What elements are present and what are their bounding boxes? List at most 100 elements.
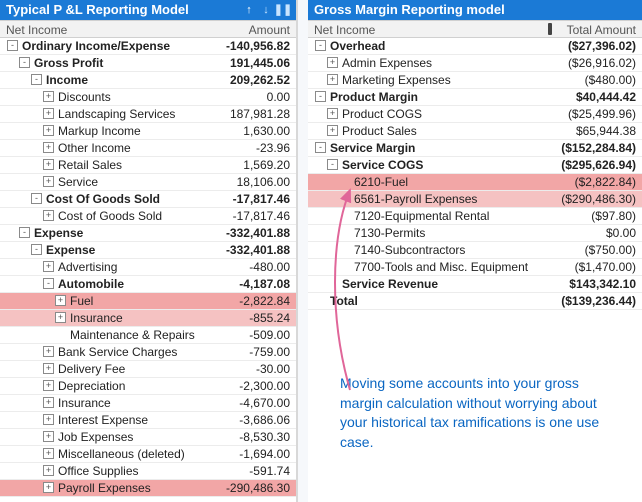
table-row[interactable]: +Retail Sales1,569.20 — [0, 157, 296, 174]
expand-icon[interactable]: + — [43, 346, 54, 357]
table-row[interactable]: -Service Margin($152,284.84) — [308, 140, 642, 157]
right-col-label: Net Income — [314, 21, 375, 39]
table-row[interactable]: +Service18,106.00 — [0, 174, 296, 191]
down-arrow-icon[interactable]: ↓ — [259, 3, 273, 17]
collapse-icon[interactable]: - — [31, 244, 42, 255]
expand-icon[interactable]: + — [43, 261, 54, 272]
expand-icon[interactable]: + — [55, 312, 66, 323]
table-row[interactable]: +Advertising-480.00 — [0, 259, 296, 276]
collapse-icon[interactable]: - — [315, 91, 326, 102]
row-amount: -509.00 — [249, 327, 290, 344]
expand-icon[interactable]: + — [43, 159, 54, 170]
table-row[interactable]: +Office Supplies-591.74 — [0, 463, 296, 480]
table-row[interactable]: +Product Sales$65,944.38 — [308, 123, 642, 140]
expand-icon[interactable]: + — [43, 210, 54, 221]
collapse-icon[interactable]: - — [315, 142, 326, 153]
expand-icon[interactable]: + — [43, 448, 54, 459]
row-label: Advertising — [58, 259, 117, 276]
expand-icon[interactable]: + — [327, 74, 338, 85]
table-row[interactable]: +Landscaping Services187,981.28 — [0, 106, 296, 123]
table-row[interactable]: -Income209,262.52 — [0, 72, 296, 89]
table-row[interactable]: 7140-Subcontractors($750.00) — [308, 242, 642, 259]
table-row[interactable]: 7700-Tools and Misc. Equipment($1,470.00… — [308, 259, 642, 276]
table-row[interactable]: +Cost of Goods Sold-17,817.46 — [0, 208, 296, 225]
row-label: Insurance — [58, 395, 111, 412]
table-row[interactable]: -Ordinary Income/Expense-140,956.82 — [0, 38, 296, 55]
expand-icon[interactable]: + — [43, 380, 54, 391]
table-row[interactable]: 6561-Payroll Expenses($290,486.30) — [308, 191, 642, 208]
expand-icon[interactable]: + — [43, 397, 54, 408]
table-row[interactable]: +Markup Income1,630.00 — [0, 123, 296, 140]
collapse-icon[interactable]: - — [7, 40, 18, 51]
table-row[interactable]: Service Revenue$143,342.10 — [308, 276, 642, 293]
collapse-icon[interactable]: - — [43, 278, 54, 289]
column-splitter[interactable] — [548, 23, 552, 35]
collapse-icon[interactable]: - — [31, 193, 42, 204]
up-arrow-icon[interactable]: ↑ — [242, 3, 256, 17]
table-row[interactable]: +Depreciation-2,300.00 — [0, 378, 296, 395]
row-amount: ($26,916.02) — [568, 55, 636, 72]
table-row[interactable]: +Other Income-23.96 — [0, 140, 296, 157]
table-row[interactable]: +Delivery Fee-30.00 — [0, 361, 296, 378]
row-amount: $40,444.42 — [576, 89, 636, 106]
collapse-icon[interactable]: - — [19, 227, 30, 238]
table-row[interactable]: -Automobile-4,187.08 — [0, 276, 296, 293]
expand-icon[interactable]: + — [327, 108, 338, 119]
table-row[interactable]: +Miscellaneous (deleted)-1,694.00 — [0, 446, 296, 463]
expand-icon[interactable]: + — [43, 431, 54, 442]
row-label: Payroll Expenses — [58, 480, 151, 497]
table-row[interactable]: -Gross Profit191,445.06 — [0, 55, 296, 72]
table-row[interactable]: +Marketing Expenses($480.00) — [308, 72, 642, 89]
bars-icon[interactable]: ❚❚ — [276, 3, 290, 17]
row-amount: -17,817.46 — [233, 191, 290, 208]
table-row[interactable]: -Expense-332,401.88 — [0, 242, 296, 259]
row-amount: 1,630.00 — [243, 123, 290, 140]
row-label: Fuel — [70, 293, 93, 310]
table-row[interactable]: -Overhead($27,396.02) — [308, 38, 642, 55]
right-rows: -Overhead($27,396.02)+Admin Expenses($26… — [308, 38, 642, 310]
expand-icon[interactable]: + — [43, 142, 54, 153]
expand-icon[interactable]: + — [327, 57, 338, 68]
table-row[interactable]: +Discounts0.00 — [0, 89, 296, 106]
expand-icon[interactable]: + — [43, 414, 54, 425]
row-amount: 0.00 — [267, 89, 290, 106]
table-row[interactable]: 6210-Fuel($2,822.84) — [308, 174, 642, 191]
table-row[interactable]: +Insurance-4,670.00 — [0, 395, 296, 412]
table-row[interactable]: -Cost Of Goods Sold-17,817.46 — [0, 191, 296, 208]
left-col-amount: Amount — [249, 21, 290, 39]
table-row[interactable]: 7120-Equipmental Rental($97.80) — [308, 208, 642, 225]
table-row[interactable]: +Interest Expense-3,686.06 — [0, 412, 296, 429]
table-row[interactable]: +Admin Expenses($26,916.02) — [308, 55, 642, 72]
table-row[interactable]: +Insurance-855.24 — [0, 310, 296, 327]
table-row[interactable]: +Product COGS($25,499.96) — [308, 106, 642, 123]
row-label: Office Supplies — [58, 463, 139, 480]
table-row[interactable]: -Service COGS($295,626.94) — [308, 157, 642, 174]
table-row[interactable]: +Payroll Expenses-290,486.30 — [0, 480, 296, 497]
collapse-icon[interactable]: - — [315, 40, 326, 51]
expand-icon[interactable]: + — [43, 465, 54, 476]
expand-icon[interactable]: + — [43, 91, 54, 102]
row-amount: $143,342.10 — [569, 276, 636, 293]
row-label: 7700-Tools and Misc. Equipment — [354, 259, 528, 276]
expand-icon[interactable]: + — [43, 482, 54, 493]
collapse-icon[interactable]: - — [19, 57, 30, 68]
table-row[interactable]: -Expense-332,401.88 — [0, 225, 296, 242]
expand-icon[interactable]: + — [43, 363, 54, 374]
table-row[interactable]: +Fuel-2,822.84 — [0, 293, 296, 310]
table-row[interactable]: Maintenance & Repairs-509.00 — [0, 327, 296, 344]
expand-icon[interactable]: + — [55, 295, 66, 306]
table-row[interactable]: +Bank Service Charges-759.00 — [0, 344, 296, 361]
table-row[interactable]: -Product Margin $40,444.42 — [308, 89, 642, 106]
expand-icon[interactable]: + — [327, 125, 338, 136]
collapse-icon[interactable]: - — [327, 159, 338, 170]
expand-icon[interactable]: + — [43, 108, 54, 119]
table-row[interactable]: 7130-Permits$0.00 — [308, 225, 642, 242]
table-row[interactable]: Total($139,236.44) — [308, 293, 642, 310]
expand-icon[interactable]: + — [43, 176, 54, 187]
expand-icon[interactable]: + — [43, 125, 54, 136]
row-label: Product Margin — [330, 89, 418, 106]
collapse-icon[interactable]: - — [31, 74, 42, 85]
table-row[interactable]: +Job Expenses-8,530.30 — [0, 429, 296, 446]
row-label: Income — [46, 72, 88, 89]
row-label: 7130-Permits — [354, 225, 425, 242]
